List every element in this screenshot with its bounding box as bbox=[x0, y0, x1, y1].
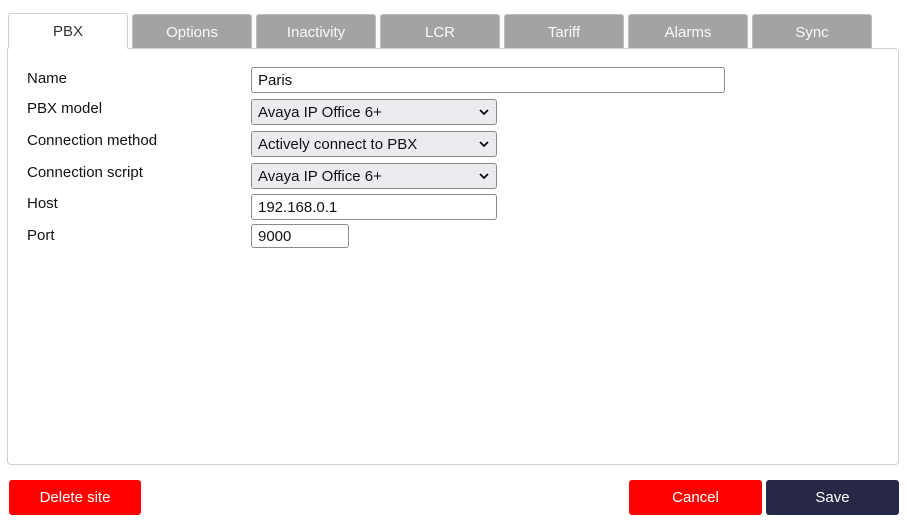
pbx-model-value: Avaya IP Office 6+ bbox=[258, 103, 382, 121]
site-editor: PBX Options Inactivity LCR Tariff Alarms… bbox=[0, 0, 907, 523]
tab-bar: PBX Options Inactivity LCR Tariff Alarms… bbox=[8, 13, 872, 50]
cancel-button[interactable]: Cancel bbox=[629, 480, 762, 515]
host-row: Host bbox=[27, 194, 887, 220]
chevron-down-icon bbox=[479, 173, 489, 180]
tab-lcr[interactable]: LCR bbox=[380, 14, 500, 50]
connection-method-label: Connection method bbox=[27, 132, 158, 149]
pbx-model-row: PBX model Avaya IP Office 6+ bbox=[27, 99, 887, 125]
tab-options[interactable]: Options bbox=[132, 14, 252, 50]
delete-site-button[interactable]: Delete site bbox=[9, 480, 141, 515]
tab-tariff[interactable]: Tariff bbox=[504, 14, 624, 50]
host-input[interactable] bbox=[251, 194, 497, 220]
connection-script-label: Connection script bbox=[27, 164, 143, 181]
host-label: Host bbox=[27, 195, 58, 212]
connection-script-select[interactable]: Avaya IP Office 6+ bbox=[251, 163, 497, 189]
connection-script-row: Connection script Avaya IP Office 6+ bbox=[27, 163, 887, 189]
connection-method-row: Connection method Actively connect to PB… bbox=[27, 131, 887, 157]
port-row: Port bbox=[27, 224, 887, 250]
tab-alarms[interactable]: Alarms bbox=[628, 14, 748, 50]
port-label: Port bbox=[27, 227, 55, 244]
tab-sync[interactable]: Sync bbox=[752, 14, 872, 50]
connection-script-value: Avaya IP Office 6+ bbox=[258, 167, 382, 185]
connection-method-value: Actively connect to PBX bbox=[258, 135, 418, 153]
tab-pbx[interactable]: PBX bbox=[8, 13, 128, 49]
tab-inactivity[interactable]: Inactivity bbox=[256, 14, 376, 50]
name-row: Name bbox=[27, 67, 887, 93]
connection-method-select[interactable]: Actively connect to PBX bbox=[251, 131, 497, 157]
save-button[interactable]: Save bbox=[766, 480, 899, 515]
port-input[interactable] bbox=[251, 224, 349, 248]
chevron-down-icon bbox=[479, 141, 489, 148]
pbx-model-label: PBX model bbox=[27, 100, 103, 117]
chevron-down-icon bbox=[479, 109, 489, 116]
pbx-settings-panel: Name PBX model Avaya IP Office 6+ Connec… bbox=[7, 48, 899, 465]
name-input[interactable] bbox=[251, 67, 725, 93]
pbx-model-select[interactable]: Avaya IP Office 6+ bbox=[251, 99, 497, 125]
name-label: Name bbox=[27, 70, 68, 87]
